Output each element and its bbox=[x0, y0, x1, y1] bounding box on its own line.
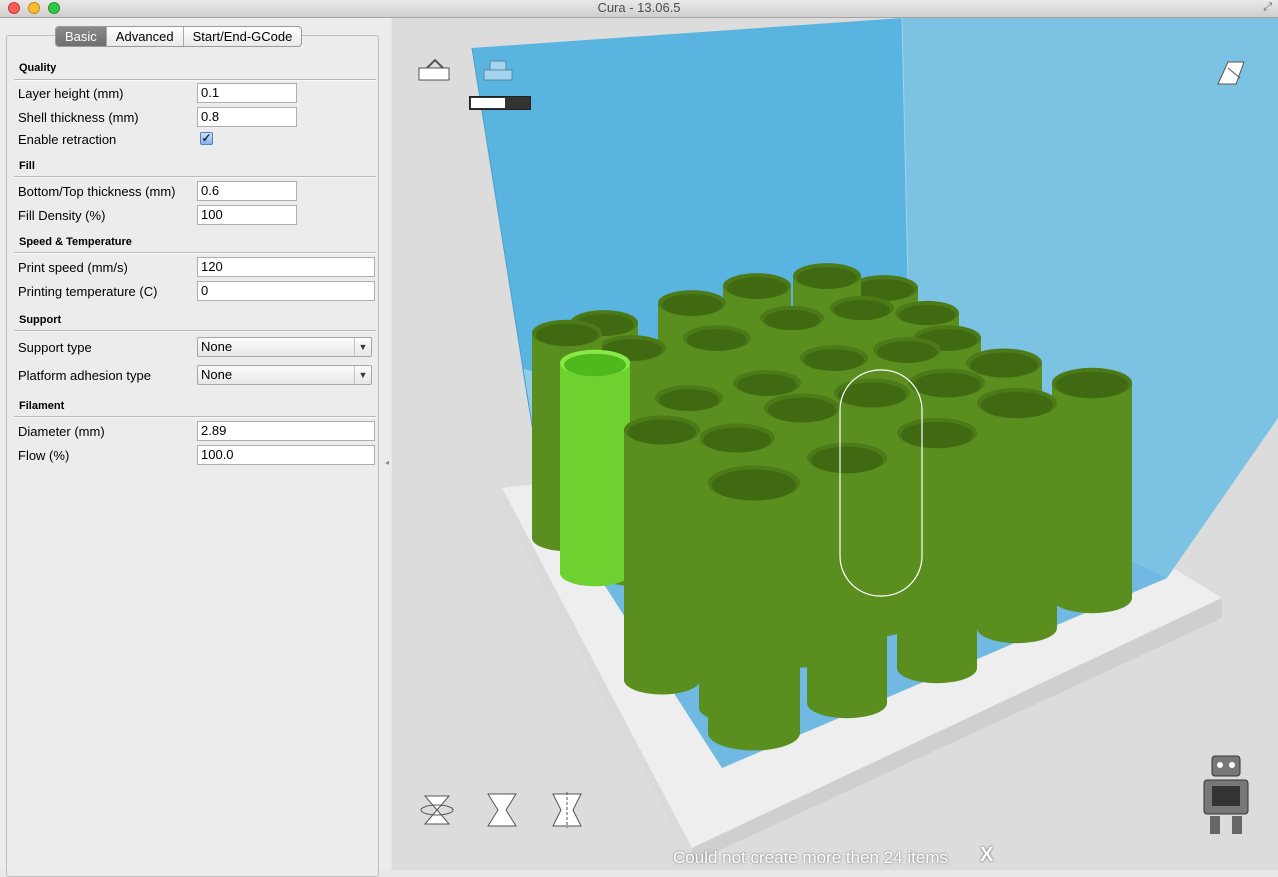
retraction-label: Enable retraction bbox=[18, 132, 117, 147]
flow-label: Flow (%) bbox=[18, 448, 70, 463]
notice-message: Could not create more then 24 items bbox=[673, 848, 948, 867]
section-quality: Quality bbox=[19, 62, 57, 74]
support-type-value: None bbox=[201, 339, 233, 354]
section-support: Support bbox=[19, 314, 62, 326]
mirror-icon[interactable] bbox=[547, 788, 587, 832]
splitter-handle[interactable]: ◂ bbox=[385, 458, 389, 467]
bottom-top-thickness-label: Bottom/Top thickness (mm) bbox=[18, 184, 176, 199]
bottom-top-thickness-field[interactable]: 0.6 bbox=[197, 181, 297, 201]
retraction-checkbox[interactable]: ✓ bbox=[200, 132, 213, 145]
tab-advanced[interactable]: Advanced bbox=[105, 27, 183, 46]
chevron-down-icon: ▼ bbox=[354, 338, 371, 356]
divider bbox=[14, 79, 376, 81]
shell-thickness-label: Shell thickness (mm) bbox=[18, 110, 139, 125]
selected-model[interactable] bbox=[560, 349, 630, 587]
printing-temperature-label: Printing temperature (C) bbox=[18, 284, 158, 299]
model-cylinder[interactable] bbox=[807, 442, 887, 719]
model-cylinder[interactable] bbox=[708, 465, 800, 751]
view-mode-icon[interactable] bbox=[1214, 58, 1250, 88]
platform-adhesion-value: None bbox=[201, 367, 233, 382]
print-speed-field[interactable]: 120 bbox=[197, 257, 375, 277]
rotate-icon[interactable] bbox=[417, 788, 457, 832]
layer-height-field[interactable]: 0.1 bbox=[197, 83, 297, 103]
layer-slider-fill bbox=[471, 98, 505, 108]
settings-panel: Basic Advanced Start/End-GCode Quality L… bbox=[0, 18, 390, 877]
fill-density-label: Fill Density (%) bbox=[18, 208, 106, 223]
model-cylinder[interactable] bbox=[624, 415, 700, 695]
section-fill: Fill bbox=[19, 160, 35, 172]
tab-basic[interactable]: Basic bbox=[56, 27, 106, 46]
divider bbox=[14, 252, 376, 254]
model-cylinder[interactable] bbox=[897, 417, 977, 684]
support-type-label: Support type bbox=[18, 340, 92, 355]
settings-tabs: Basic Advanced Start/End-GCode bbox=[55, 26, 303, 47]
window-titlebar: Cura - 13.06.5 ⤢ bbox=[0, 0, 1278, 18]
robot-icon bbox=[1198, 750, 1254, 840]
diameter-label: Diameter (mm) bbox=[18, 424, 105, 439]
window-title: Cura - 13.06.5 bbox=[597, 0, 681, 15]
tab-start-end-gcode[interactable]: Start/End-GCode bbox=[182, 27, 302, 46]
print-icon[interactable] bbox=[480, 58, 516, 84]
load-icon[interactable] bbox=[417, 58, 453, 84]
chevron-down-icon: ▼ bbox=[354, 366, 371, 384]
layer-slider[interactable] bbox=[469, 96, 531, 110]
model-cylinder[interactable] bbox=[1052, 367, 1132, 614]
printing-temperature-field[interactable]: 0 bbox=[197, 281, 375, 301]
platform-adhesion-select[interactable]: None ▼ bbox=[197, 365, 372, 385]
print-speed-label: Print speed (mm/s) bbox=[18, 260, 128, 275]
divider bbox=[14, 176, 376, 178]
flow-field[interactable]: 100.0 bbox=[197, 445, 375, 465]
divider bbox=[14, 330, 376, 332]
fullscreen-icon[interactable]: ⤢ bbox=[1263, 1, 1272, 14]
section-speed-temperature: Speed & Temperature bbox=[19, 236, 132, 248]
platform-adhesion-label: Platform adhesion type bbox=[18, 368, 151, 383]
diameter-field[interactable]: 2.89 bbox=[197, 421, 375, 441]
layer-height-label: Layer height (mm) bbox=[18, 86, 124, 101]
models-layer bbox=[532, 263, 1132, 751]
section-filament: Filament bbox=[19, 400, 65, 412]
3d-viewport[interactable]: Could not create more then 24 items X bbox=[392, 18, 1278, 870]
divider bbox=[14, 416, 376, 418]
model-cylinder[interactable] bbox=[977, 387, 1057, 644]
fill-density-field[interactable]: 100 bbox=[197, 205, 297, 225]
notice-close-icon[interactable]: X bbox=[980, 844, 993, 867]
scale-icon[interactable] bbox=[482, 788, 522, 832]
shell-thickness-field[interactable]: 0.8 bbox=[197, 107, 297, 127]
support-type-select[interactable]: None ▼ bbox=[197, 337, 372, 357]
